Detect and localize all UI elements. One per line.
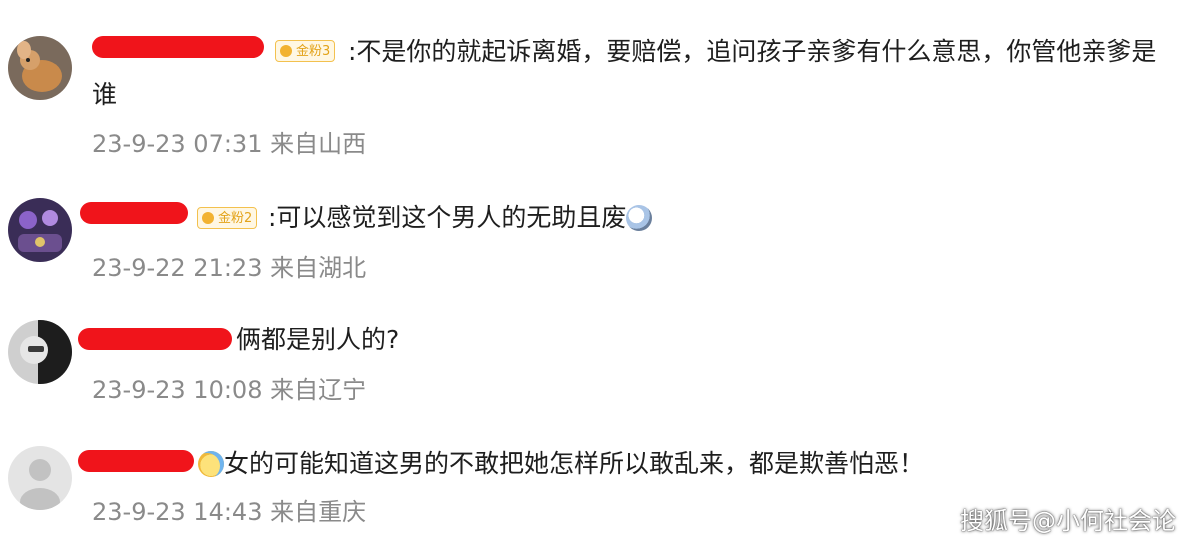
comment-date: 23-9-23 07:31	[92, 130, 263, 158]
comment-date: 23-9-23 10:08	[92, 376, 263, 404]
comment-text-body: 女的可能知道这男的不敢把她怎样所以敢乱来，都是欺善怕恶！	[224, 449, 925, 478]
comment-meta: 23-9-23 10:08 来自辽宁	[92, 370, 366, 405]
comment-text: :不是你的就起诉离婚，要赔偿，追问孩子亲爹有什么意思，你管他亲爹是	[348, 37, 1157, 66]
comment-text: :可以感觉到这个男人的无助且废	[268, 198, 653, 238]
comment-location: 来自重庆	[270, 498, 367, 526]
avatar[interactable]	[8, 36, 72, 100]
avatar[interactable]	[8, 320, 72, 384]
watermark: 搜狐号@小何社会论	[960, 507, 1176, 535]
comment-text: 女的可能知道这男的不敢把她怎样所以敢乱来，都是欺善怕恶！	[198, 444, 924, 484]
avatar[interactable]	[8, 446, 72, 510]
fan-badge: 金粉3	[275, 40, 336, 62]
comment-date: 23-9-22 21:23	[92, 254, 263, 282]
comment-text: 俩都是别人的?	[236, 325, 400, 354]
comment-item: 俩都是别人的? 23-9-23 10:08 来自辽宁	[0, 300, 1200, 430]
redacted-username	[80, 202, 188, 224]
fan-badge: 金粉2	[197, 207, 258, 229]
comment-text-body: :可以感觉到这个男人的无助且废	[268, 203, 627, 232]
comment-location: 来自辽宁	[270, 376, 367, 404]
crown-icon	[280, 45, 292, 57]
comment-meta: 23-9-22 21:23 来自湖北	[92, 248, 366, 283]
badge-label: 金粉2	[218, 211, 253, 226]
comment-item: 金粉3 :不是你的就起诉离婚，要赔偿，追问孩子亲爹有什么意思，你管他亲爹是 谁 …	[0, 0, 1200, 170]
comment-text-continued: 谁	[92, 80, 118, 109]
comment-meta: 23-9-23 14:43 来自重庆	[92, 492, 366, 527]
comment-location: 来自山西	[270, 130, 367, 158]
comment-date: 23-9-23 14:43	[92, 498, 263, 526]
redacted-username	[78, 328, 232, 350]
crown-icon	[202, 212, 214, 224]
redacted-username	[78, 450, 194, 472]
shocked-emoji-icon	[626, 205, 653, 231]
comment-location: 来自湖北	[270, 254, 367, 282]
avatar[interactable]	[8, 198, 72, 262]
redacted-username	[92, 36, 264, 58]
comment-meta: 23-9-23 07:31 来自山西	[92, 124, 366, 159]
comment-item: 金粉2 :可以感觉到这个男人的无助且废 23-9-22 21:23 来自湖北	[0, 170, 1200, 300]
crying-emoji-icon	[198, 451, 224, 477]
badge-label: 金粉3	[296, 44, 331, 59]
